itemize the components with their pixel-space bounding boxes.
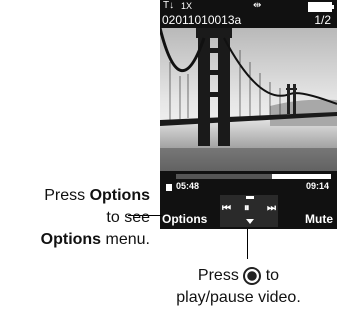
previous-icon[interactable]: ⏮	[222, 203, 231, 214]
elapsed-time: 05:48	[176, 181, 200, 191]
signal-icon: T↓	[163, 0, 175, 11]
speaker-icon	[166, 184, 172, 191]
status-bar: T↓ 1X ⇹	[160, 0, 337, 12]
golden-gate-bridge-image	[160, 28, 337, 171]
center-key-icon	[243, 266, 262, 285]
options-softkey[interactable]: Options	[162, 212, 207, 226]
chevron-down-icon	[246, 219, 254, 224]
progress-fill	[176, 174, 273, 179]
battery-icon	[308, 2, 334, 12]
network-type-label: 1X	[181, 1, 193, 11]
center-callout-line	[247, 229, 248, 259]
next-icon[interactable]: ⏭	[267, 203, 276, 214]
progress-area: 05:48 09:14	[160, 171, 337, 195]
video-title-bar: 02011010013a 1/2	[160, 12, 337, 28]
softkey-bar: Options ⏮ ⏸ ⏭ Mute	[160, 195, 337, 229]
media-controls: ⏮ ⏸ ⏭	[220, 195, 278, 227]
pause-icon[interactable]: ⏸	[244, 202, 250, 215]
video-count: 1/2	[314, 13, 331, 27]
options-callout-text: Press Options to see Options menu.	[40, 187, 150, 248]
center-key-callout-text: Press to play/pause video.	[176, 266, 301, 306]
mute-softkey[interactable]: Mute	[305, 212, 333, 226]
phone-screen: T↓ 1X ⇹ 02011010013a 1/2 05:48 09:14 Opt…	[160, 0, 337, 229]
video-frame[interactable]	[160, 28, 337, 171]
volume-icon: ⇹	[253, 0, 262, 11]
video-filename: 02011010013a	[162, 13, 242, 27]
volume-up-indicator	[246, 196, 254, 199]
total-time: 09:14	[305, 181, 329, 191]
progress-bar[interactable]	[176, 174, 331, 179]
